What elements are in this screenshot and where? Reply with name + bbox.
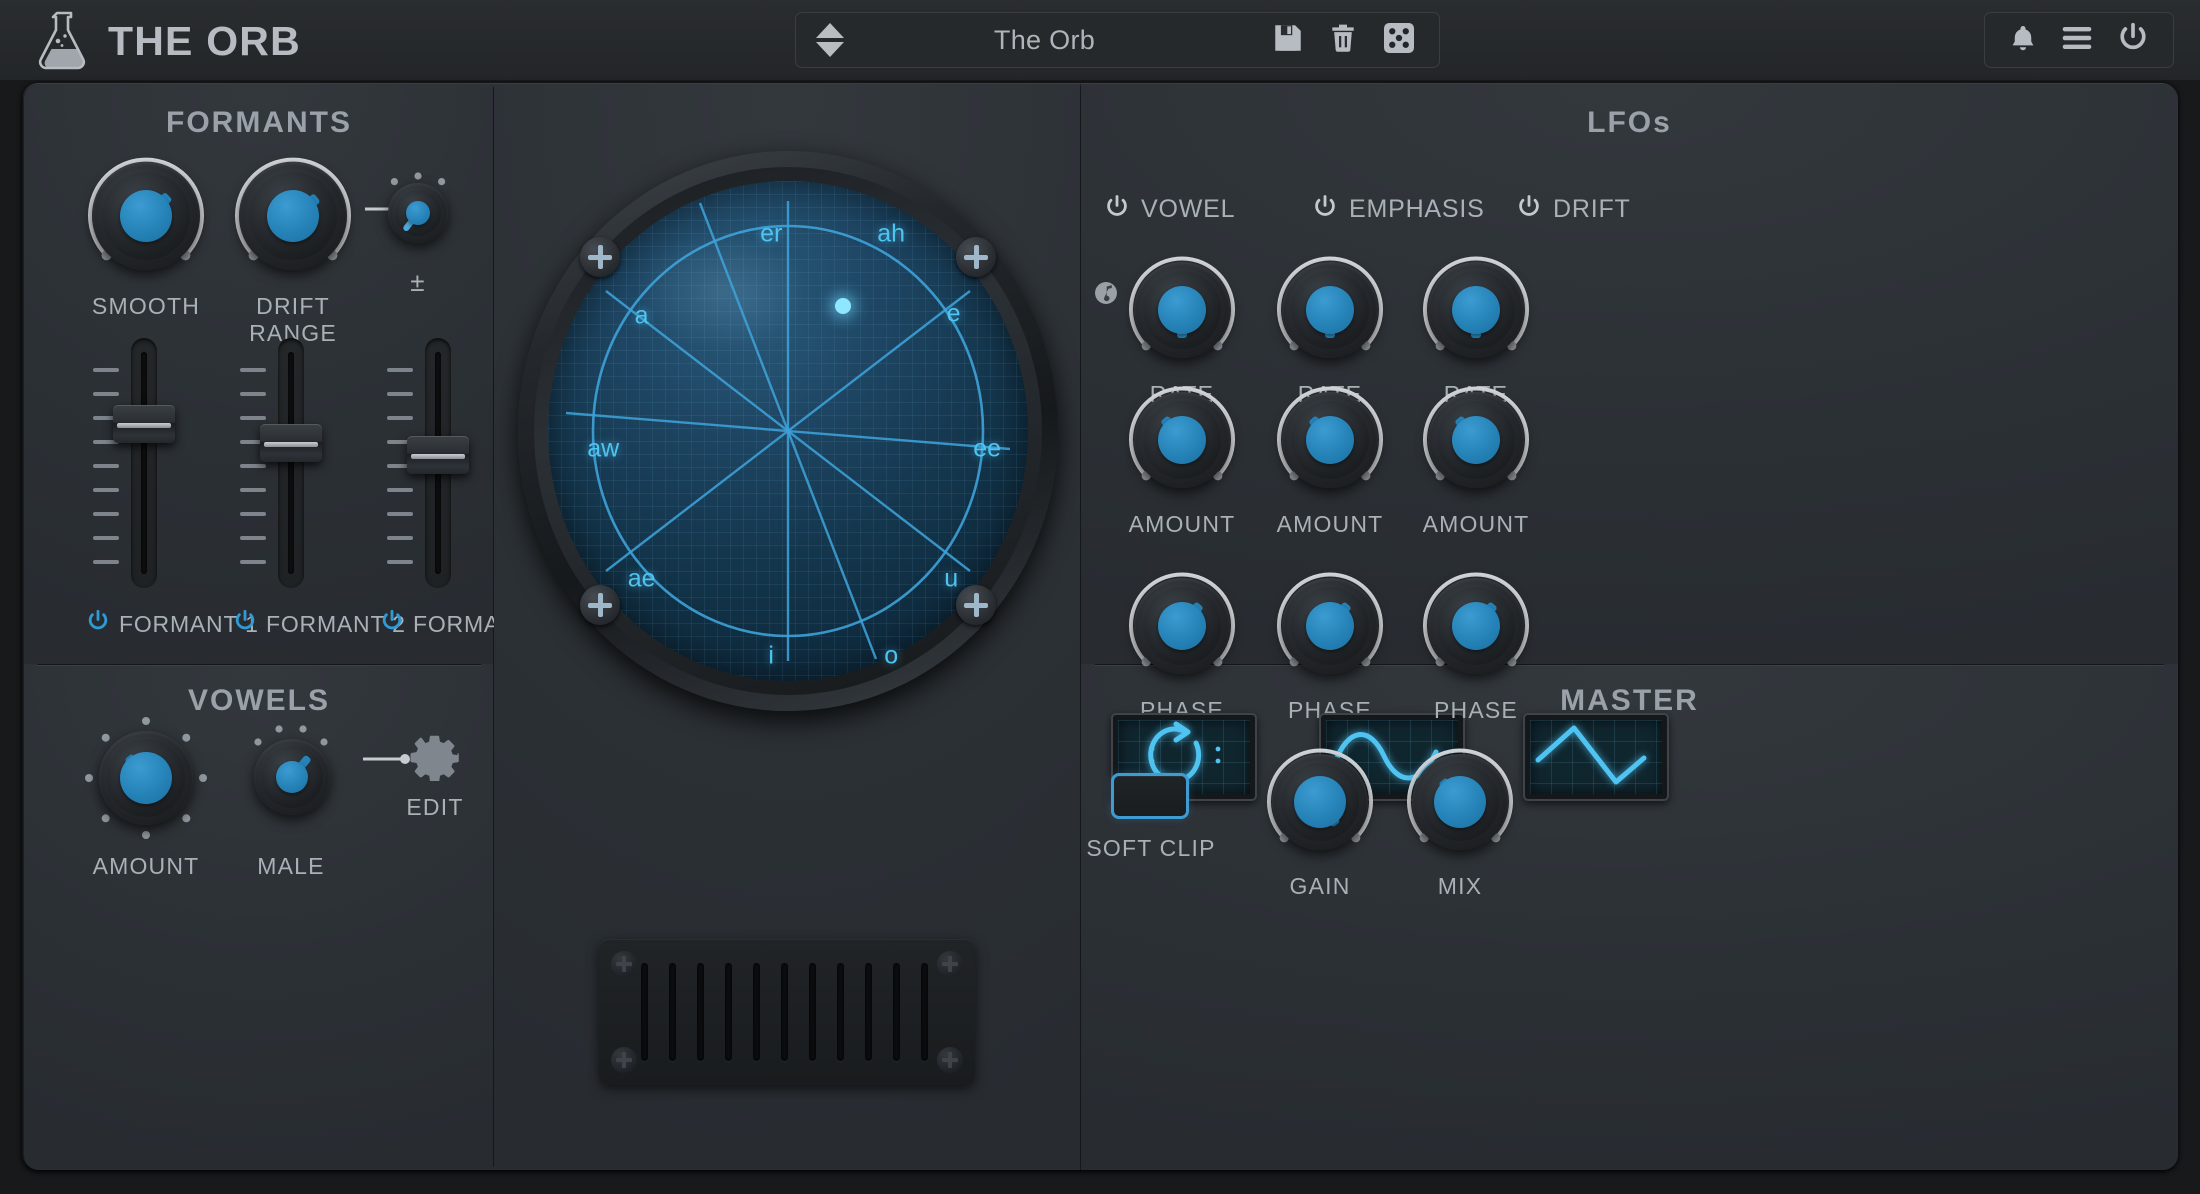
dice-icon[interactable] [1381, 20, 1417, 61]
top-bar: THE ORB The Orb [0, 0, 2200, 80]
formant-3-toggle[interactable] [379, 608, 405, 639]
app-title: THE ORB [108, 18, 301, 64]
screw-icon [956, 585, 996, 625]
top-right-controls [1984, 12, 2174, 68]
floppy-disk-icon[interactable] [1271, 21, 1305, 60]
vowels-edit-label: EDIT [406, 794, 464, 820]
screw-icon [937, 1047, 963, 1073]
slider-formant-2[interactable] [240, 338, 336, 588]
bell-icon[interactable] [2008, 22, 2038, 59]
knob-plusminus-label: ± [410, 267, 426, 297]
right-divider [1095, 664, 2164, 665]
lfos-title: LFOs [1587, 106, 1672, 139]
formant-1-toggle[interactable] [85, 608, 111, 639]
slider-handle[interactable] [113, 405, 175, 443]
knob-lfo-emphasis-amount-label: AMOUNT [1276, 511, 1384, 537]
lfo-drift-waveform-display[interactable] [1523, 713, 1669, 801]
knob-lfo-drift-phase-label: PHASE [1434, 697, 1518, 723]
screw-icon [611, 1047, 637, 1073]
power-icon[interactable] [232, 608, 258, 639]
knob-smooth-label: SMOOTH [91, 293, 201, 319]
knob-lfo-drift-amount-label: AMOUNT [1422, 511, 1530, 537]
soft-clip-button[interactable] [1111, 773, 1189, 819]
slider-formant-1[interactable] [93, 338, 189, 588]
soft-clip-label: SOFT CLIP [1086, 835, 1216, 861]
lfo-emphasis-name: EMPHASIS [1349, 195, 1485, 223]
preset-name[interactable]: The Orb [818, 25, 1271, 56]
screw-icon [580, 585, 620, 625]
lfo-drift-toggle[interactable] [1515, 193, 1543, 226]
power-icon[interactable] [85, 608, 111, 639]
power-icon[interactable] [2116, 21, 2150, 60]
plugin-window: THE ORB The Orb FORMANTS VOWELS SMOOTH D… [0, 0, 2200, 1194]
lfos-panel: LFOs [1081, 84, 2178, 664]
screw-icon [956, 237, 996, 277]
orb-display[interactable] [518, 151, 1058, 711]
brand-logo: THE ORB [36, 8, 301, 75]
knob-vowel-amount-label: AMOUNT [92, 853, 200, 879]
vowels-edit-button[interactable]: EDIT [387, 723, 483, 820]
gear-icon[interactable] [406, 735, 464, 785]
lfo-emphasis-toggle[interactable] [1311, 193, 1339, 226]
hamburger-menu-icon[interactable] [2061, 25, 2093, 56]
power-icon[interactable] [379, 608, 405, 639]
slider-formant-3[interactable] [387, 338, 483, 588]
vent-grille [599, 939, 975, 1085]
screw-icon [937, 951, 963, 977]
plugin-body: FORMANTS VOWELS SMOOTH DRIFT RANGE ± FOR… [22, 82, 2178, 1170]
lfo-drift-name: DRIFT [1553, 195, 1631, 223]
screw-icon [580, 237, 620, 277]
lfo-vowel-name: VOWEL [1141, 195, 1236, 223]
slider-ticks [240, 338, 270, 588]
orb-cursor-dot[interactable] [835, 298, 852, 314]
knob-master-mix-label: MIX [1437, 873, 1483, 899]
slider-ticks [93, 338, 123, 588]
lfo-vowel-sync-button[interactable] [1093, 279, 1119, 312]
music-note-icon[interactable] [1093, 282, 1119, 311]
flask-icon [36, 8, 92, 75]
knob-vowel-male-label: MALE [257, 853, 325, 879]
slider-handle[interactable] [407, 436, 469, 474]
trash-icon[interactable] [1327, 21, 1359, 60]
knob-master-gain-label: GAIN [1289, 873, 1351, 899]
slider-handle[interactable] [260, 424, 322, 462]
left-divider [37, 664, 481, 665]
screw-icon [611, 951, 637, 977]
preset-bar[interactable]: The Orb [795, 12, 1440, 68]
power-icon[interactable] [1311, 193, 1339, 226]
formant-2-toggle[interactable] [232, 608, 258, 639]
knob-lfo-vowel-amount-label: AMOUNT [1128, 511, 1236, 537]
lfo-vowel-toggle[interactable] [1103, 193, 1131, 226]
power-icon[interactable] [1103, 193, 1131, 226]
formants-title: FORMANTS [166, 106, 352, 139]
power-icon[interactable] [1515, 193, 1543, 226]
